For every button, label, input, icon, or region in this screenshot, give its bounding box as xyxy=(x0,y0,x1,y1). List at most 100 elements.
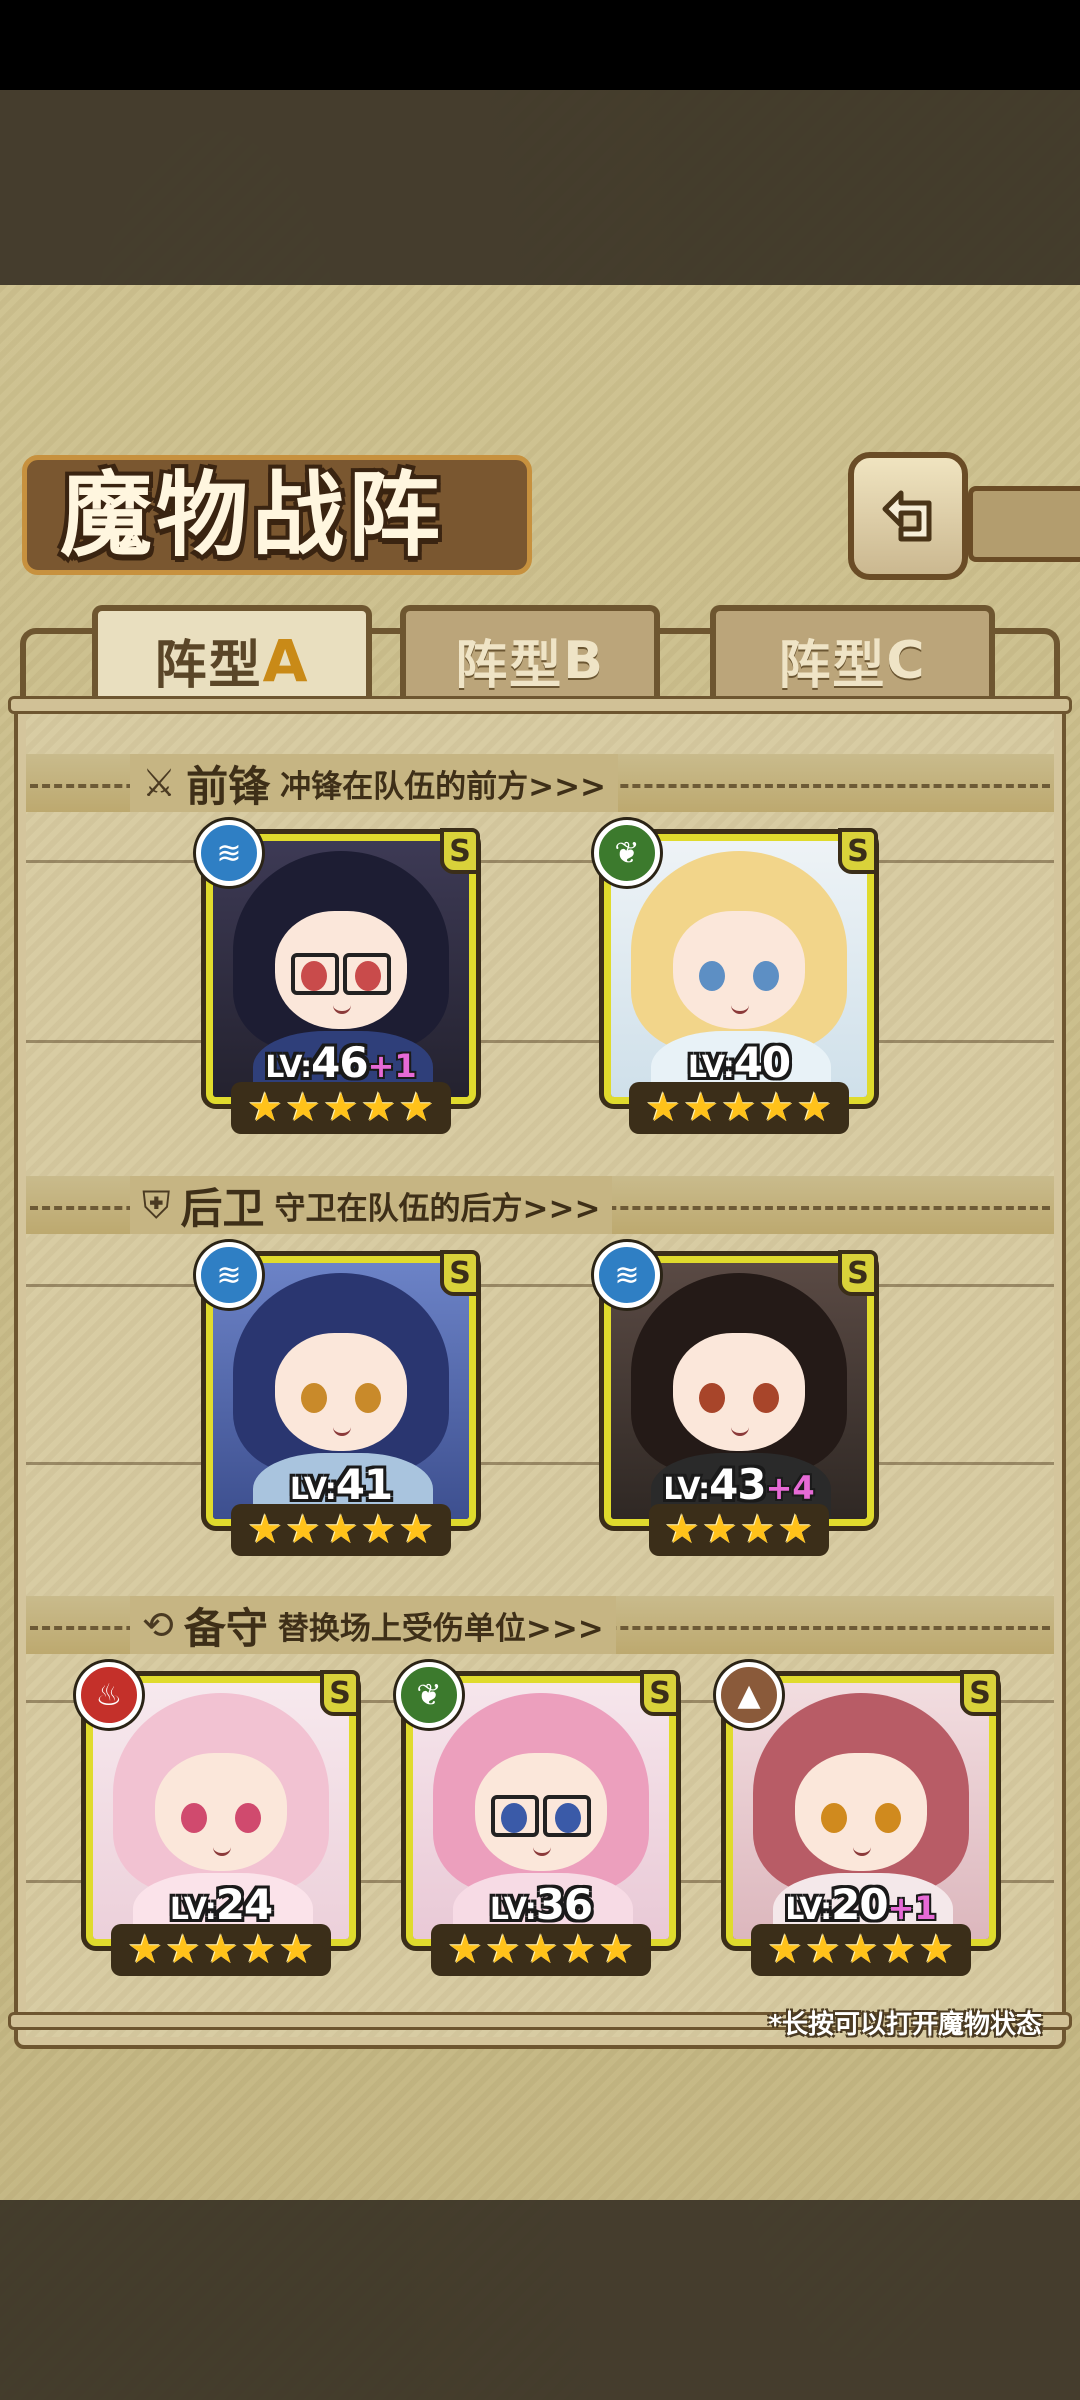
star-icon: ★ xyxy=(485,1927,522,1973)
star-icon: ★ xyxy=(777,1507,814,1553)
level-bonus: +1 xyxy=(887,1889,937,1927)
monster-card-reserve-3[interactable]: ▲ S LV:20+1 ★ ★ ★ ★ ★ xyxy=(716,1662,1000,1976)
star-icon: ★ xyxy=(805,1927,842,1973)
level-value: 36 xyxy=(535,1880,593,1929)
vanguard-title: 前锋 xyxy=(186,761,271,811)
monster-card-vanguard-1[interactable]: ≋ S LV:46+1 ★ ★ ★ ★ ★ xyxy=(196,820,480,1134)
level-bonus: +1 xyxy=(367,1047,417,1085)
tab-b-prefix: 阵型 xyxy=(455,636,564,696)
level-prefix: LV: xyxy=(169,1892,217,1927)
level-label: LV:43+4 xyxy=(604,1460,874,1509)
star-icon: ★ xyxy=(285,1507,322,1553)
back-button-rail xyxy=(968,486,1080,562)
star-rating: ★ ★ ★ ★ ★ xyxy=(629,1082,849,1134)
star-icon: ★ xyxy=(796,1085,833,1131)
vanguard-lane xyxy=(26,860,1054,863)
level-prefix: LV: xyxy=(687,1050,735,1085)
reserve-header: ⟲ 备守 替换场上受伤单位>>> xyxy=(130,1596,616,1654)
level-value: 20 xyxy=(831,1880,888,1929)
level-label: LV:40 xyxy=(604,1038,874,1087)
tab-formation-a[interactable]: 阵型 A xyxy=(92,605,372,710)
tab-formation-b[interactable]: 阵型 B xyxy=(400,605,660,710)
rank-badge: S xyxy=(440,828,480,874)
rearguard-lane xyxy=(26,1284,1054,1287)
star-icon: ★ xyxy=(721,1085,757,1131)
star-icon: ★ xyxy=(127,1927,164,1973)
rank-badge: S xyxy=(320,1670,360,1716)
rearguard-header: ⛨ 后卫 守卫在队伍的后方>>> xyxy=(130,1176,613,1234)
monster-card-rearguard-2[interactable]: ≋ S LV:43+4 ★ ★ ★ ★ xyxy=(594,1242,878,1556)
star-icon: ★ xyxy=(323,1507,359,1553)
level-value: 41 xyxy=(335,1460,393,1509)
rank-badge: S xyxy=(960,1670,1000,1716)
level-prefix: LV: xyxy=(265,1050,312,1085)
level-bonus: +4 xyxy=(765,1469,815,1507)
star-icon: ★ xyxy=(880,1927,917,1973)
back-button[interactable] xyxy=(848,452,968,580)
star-icon: ★ xyxy=(843,1927,879,1973)
star-icon: ★ xyxy=(398,1507,435,1553)
sword-icon: ⚔ xyxy=(142,761,177,805)
star-rating: ★ ★ ★ ★ ★ xyxy=(231,1082,451,1134)
level-prefix: LV: xyxy=(785,1892,832,1927)
tab-a-prefix: 阵型 xyxy=(154,636,263,696)
star-icon: ★ xyxy=(664,1507,701,1553)
level-prefix: LV: xyxy=(489,1892,537,1927)
star-rating: ★ ★ ★ ★ ★ xyxy=(111,1924,331,1976)
rank-badge: S xyxy=(440,1250,480,1296)
vanguard-subtitle: 冲锋在队伍的前方>>> xyxy=(280,768,607,805)
star-icon: ★ xyxy=(360,1507,397,1553)
level-value: 46 xyxy=(311,1038,368,1087)
water-element-icon: ≋ xyxy=(196,1242,262,1308)
reserve-title: 备守 xyxy=(183,1603,268,1653)
rearguard-lane xyxy=(26,1462,1054,1465)
star-icon: ★ xyxy=(523,1927,559,1973)
level-value: 40 xyxy=(733,1038,791,1087)
rank-badge: S xyxy=(640,1670,680,1716)
level-label: LV:20+1 xyxy=(726,1880,996,1929)
monster-card-rearguard-1[interactable]: ≋ S LV:41 ★ ★ ★ ★ ★ xyxy=(196,1242,480,1556)
fire-element-icon: ♨ xyxy=(76,1662,142,1728)
tab-b-letter: B xyxy=(563,630,605,691)
monster-card-vanguard-2[interactable]: ❦ S LV:40 ★ ★ ★ ★ ★ xyxy=(594,820,878,1134)
monster-card-reserve-2[interactable]: ❦ S LV:36 ★ ★ ★ ★ ★ xyxy=(396,1662,680,1976)
star-icon: ★ xyxy=(702,1507,738,1553)
level-value: 43 xyxy=(709,1460,766,1509)
star-icon: ★ xyxy=(323,1085,359,1131)
level-label: LV:46+1 xyxy=(206,1038,476,1087)
vanguard-header: ⚔ 前锋 冲锋在队伍的前方>>> xyxy=(130,754,619,812)
rank-badge: S xyxy=(838,1250,878,1296)
status-bar xyxy=(0,0,1080,90)
reserve-subtitle: 替换场上受伤单位>>> xyxy=(277,1610,604,1647)
star-rating: ★ ★ ★ ★ ★ xyxy=(231,1504,451,1556)
level-prefix: LV: xyxy=(663,1472,710,1507)
shield-icon: ⛨ xyxy=(142,1182,171,1227)
star-icon: ★ xyxy=(645,1085,682,1131)
page-title: 魔物战阵 xyxy=(60,461,445,569)
tab-formation-c[interactable]: 阵型 C xyxy=(710,605,995,710)
star-icon: ★ xyxy=(165,1927,202,1973)
star-icon: ★ xyxy=(918,1927,955,1973)
wood-element-icon: ❦ xyxy=(594,820,660,886)
bottom-map-band xyxy=(0,2200,1080,2400)
star-icon: ★ xyxy=(560,1927,597,1973)
rearguard-title: 后卫 xyxy=(180,1183,265,1233)
top-map-band xyxy=(0,90,1080,285)
star-icon: ★ xyxy=(285,1085,322,1131)
star-icon: ★ xyxy=(683,1085,720,1131)
tab-a-letter: A xyxy=(262,626,310,695)
level-value: 24 xyxy=(215,1880,273,1929)
tab-c-prefix: 阵型 xyxy=(778,636,887,696)
level-label: LV:41 xyxy=(206,1460,476,1509)
star-rating: ★ ★ ★ ★ xyxy=(649,1504,829,1556)
star-icon: ★ xyxy=(247,1507,284,1553)
level-prefix: LV: xyxy=(289,1472,337,1507)
star-icon: ★ xyxy=(767,1927,804,1973)
vanguard-lane xyxy=(26,1040,1054,1043)
star-icon: ★ xyxy=(398,1085,435,1131)
star-rating: ★ ★ ★ ★ ★ xyxy=(751,1924,971,1976)
rearguard-subtitle: 守卫在队伍的后方>>> xyxy=(274,1190,601,1227)
monster-card-reserve-1[interactable]: ♨ S LV:24 ★ ★ ★ ★ ★ xyxy=(76,1662,360,1976)
water-element-icon: ≋ xyxy=(594,1242,660,1308)
tab-c-letter: C xyxy=(886,630,927,691)
